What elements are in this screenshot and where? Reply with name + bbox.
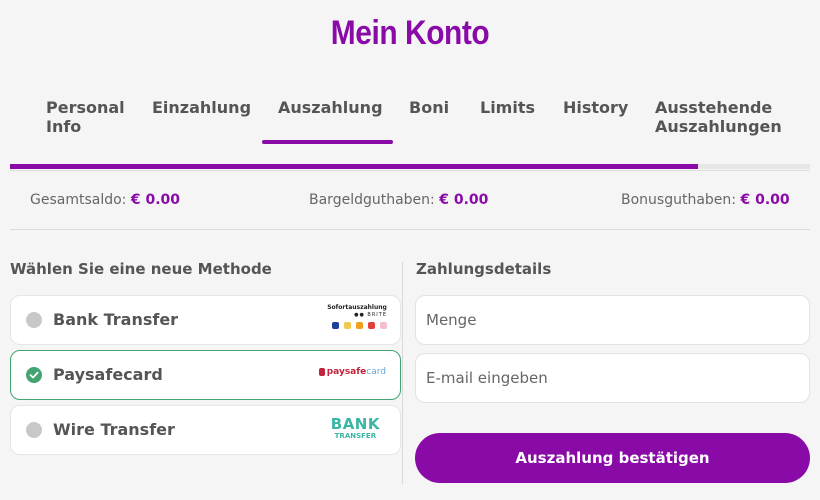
divider-balances xyxy=(10,229,810,230)
email-field[interactable] xyxy=(415,353,810,403)
balance-total-label: Gesamtsaldo: xyxy=(30,192,127,208)
tabs-scroll-thumb[interactable] xyxy=(10,164,698,169)
amount-field[interactable] xyxy=(415,295,810,345)
radio-unchecked-icon[interactable] xyxy=(26,422,42,438)
radio-checked-icon[interactable] xyxy=(26,367,42,383)
balance-total-value: € 0.00 xyxy=(130,192,181,208)
sofort-brite-logo: Sofortauszahlung ●● BRITE xyxy=(327,304,387,338)
method-label: Wire Transfer xyxy=(53,420,175,439)
paysafecard-mark-icon xyxy=(318,367,325,376)
bank-icon xyxy=(332,322,339,329)
amount-input[interactable] xyxy=(416,296,809,344)
active-tab-underline xyxy=(262,140,393,144)
bank-icon xyxy=(356,322,363,329)
details-title: Zahlungsdetails xyxy=(416,260,552,278)
method-label: Paysafecard xyxy=(53,365,163,384)
tab-auszahlung[interactable]: Auszahlung xyxy=(278,98,383,117)
method-label: Bank Transfer xyxy=(53,310,179,329)
divider-top xyxy=(10,170,810,171)
method-bank-transfer[interactable]: Bank Transfer Sofortauszahlung ●● BRITE xyxy=(10,295,401,345)
tab-history[interactable]: History xyxy=(563,98,628,117)
bank-icon xyxy=(344,322,351,329)
balance-cash-label: Bargeldguthaben: xyxy=(309,192,435,208)
paysafecard-logo: paysafecard xyxy=(318,367,386,377)
methods-title: Wählen Sie eine neue Methode xyxy=(10,260,272,278)
balance-bonus-value: € 0.00 xyxy=(740,192,790,208)
method-paysafecard[interactable]: Paysafecard paysafecard xyxy=(10,350,401,400)
method-wire-transfer[interactable]: Wire Transfer BANK TRANSFER xyxy=(10,405,401,455)
tab-personal-info[interactable]: Personal Info xyxy=(46,98,136,136)
tab-limits[interactable]: Limits xyxy=(480,98,535,117)
balance-cash: Bargeldguthaben: € 0.00 xyxy=(309,192,488,208)
email-input[interactable] xyxy=(416,354,809,402)
bank-transfer-logo: BANK TRANSFER xyxy=(330,415,380,441)
balance-bonus-label: Bonusguthaben: xyxy=(621,192,737,208)
confirm-withdrawal-button[interactable]: Auszahlung bestätigen xyxy=(415,433,810,483)
tab-einzahlung[interactable]: Einzahlung xyxy=(152,98,251,117)
balance-cash-value: € 0.00 xyxy=(439,192,489,208)
page-title: Mein Konto xyxy=(330,14,490,52)
radio-unchecked-icon[interactable] xyxy=(26,312,42,328)
bank-icon xyxy=(380,322,387,329)
balance-total: Gesamtsaldo: € 0.00 xyxy=(30,192,180,208)
account-tabs: Personal Info Einzahlung Auszahlung Boni… xyxy=(0,98,820,158)
tab-ausstehende-auszahlungen[interactable]: Ausstehende Auszahlungen xyxy=(655,98,795,136)
tab-boni[interactable]: Boni xyxy=(409,98,449,117)
balance-bonus: Bonusguthaben: € 0.00 xyxy=(621,192,790,208)
column-divider xyxy=(402,262,403,484)
tabs-scroll-track[interactable] xyxy=(10,164,810,169)
bank-icon xyxy=(368,322,375,329)
